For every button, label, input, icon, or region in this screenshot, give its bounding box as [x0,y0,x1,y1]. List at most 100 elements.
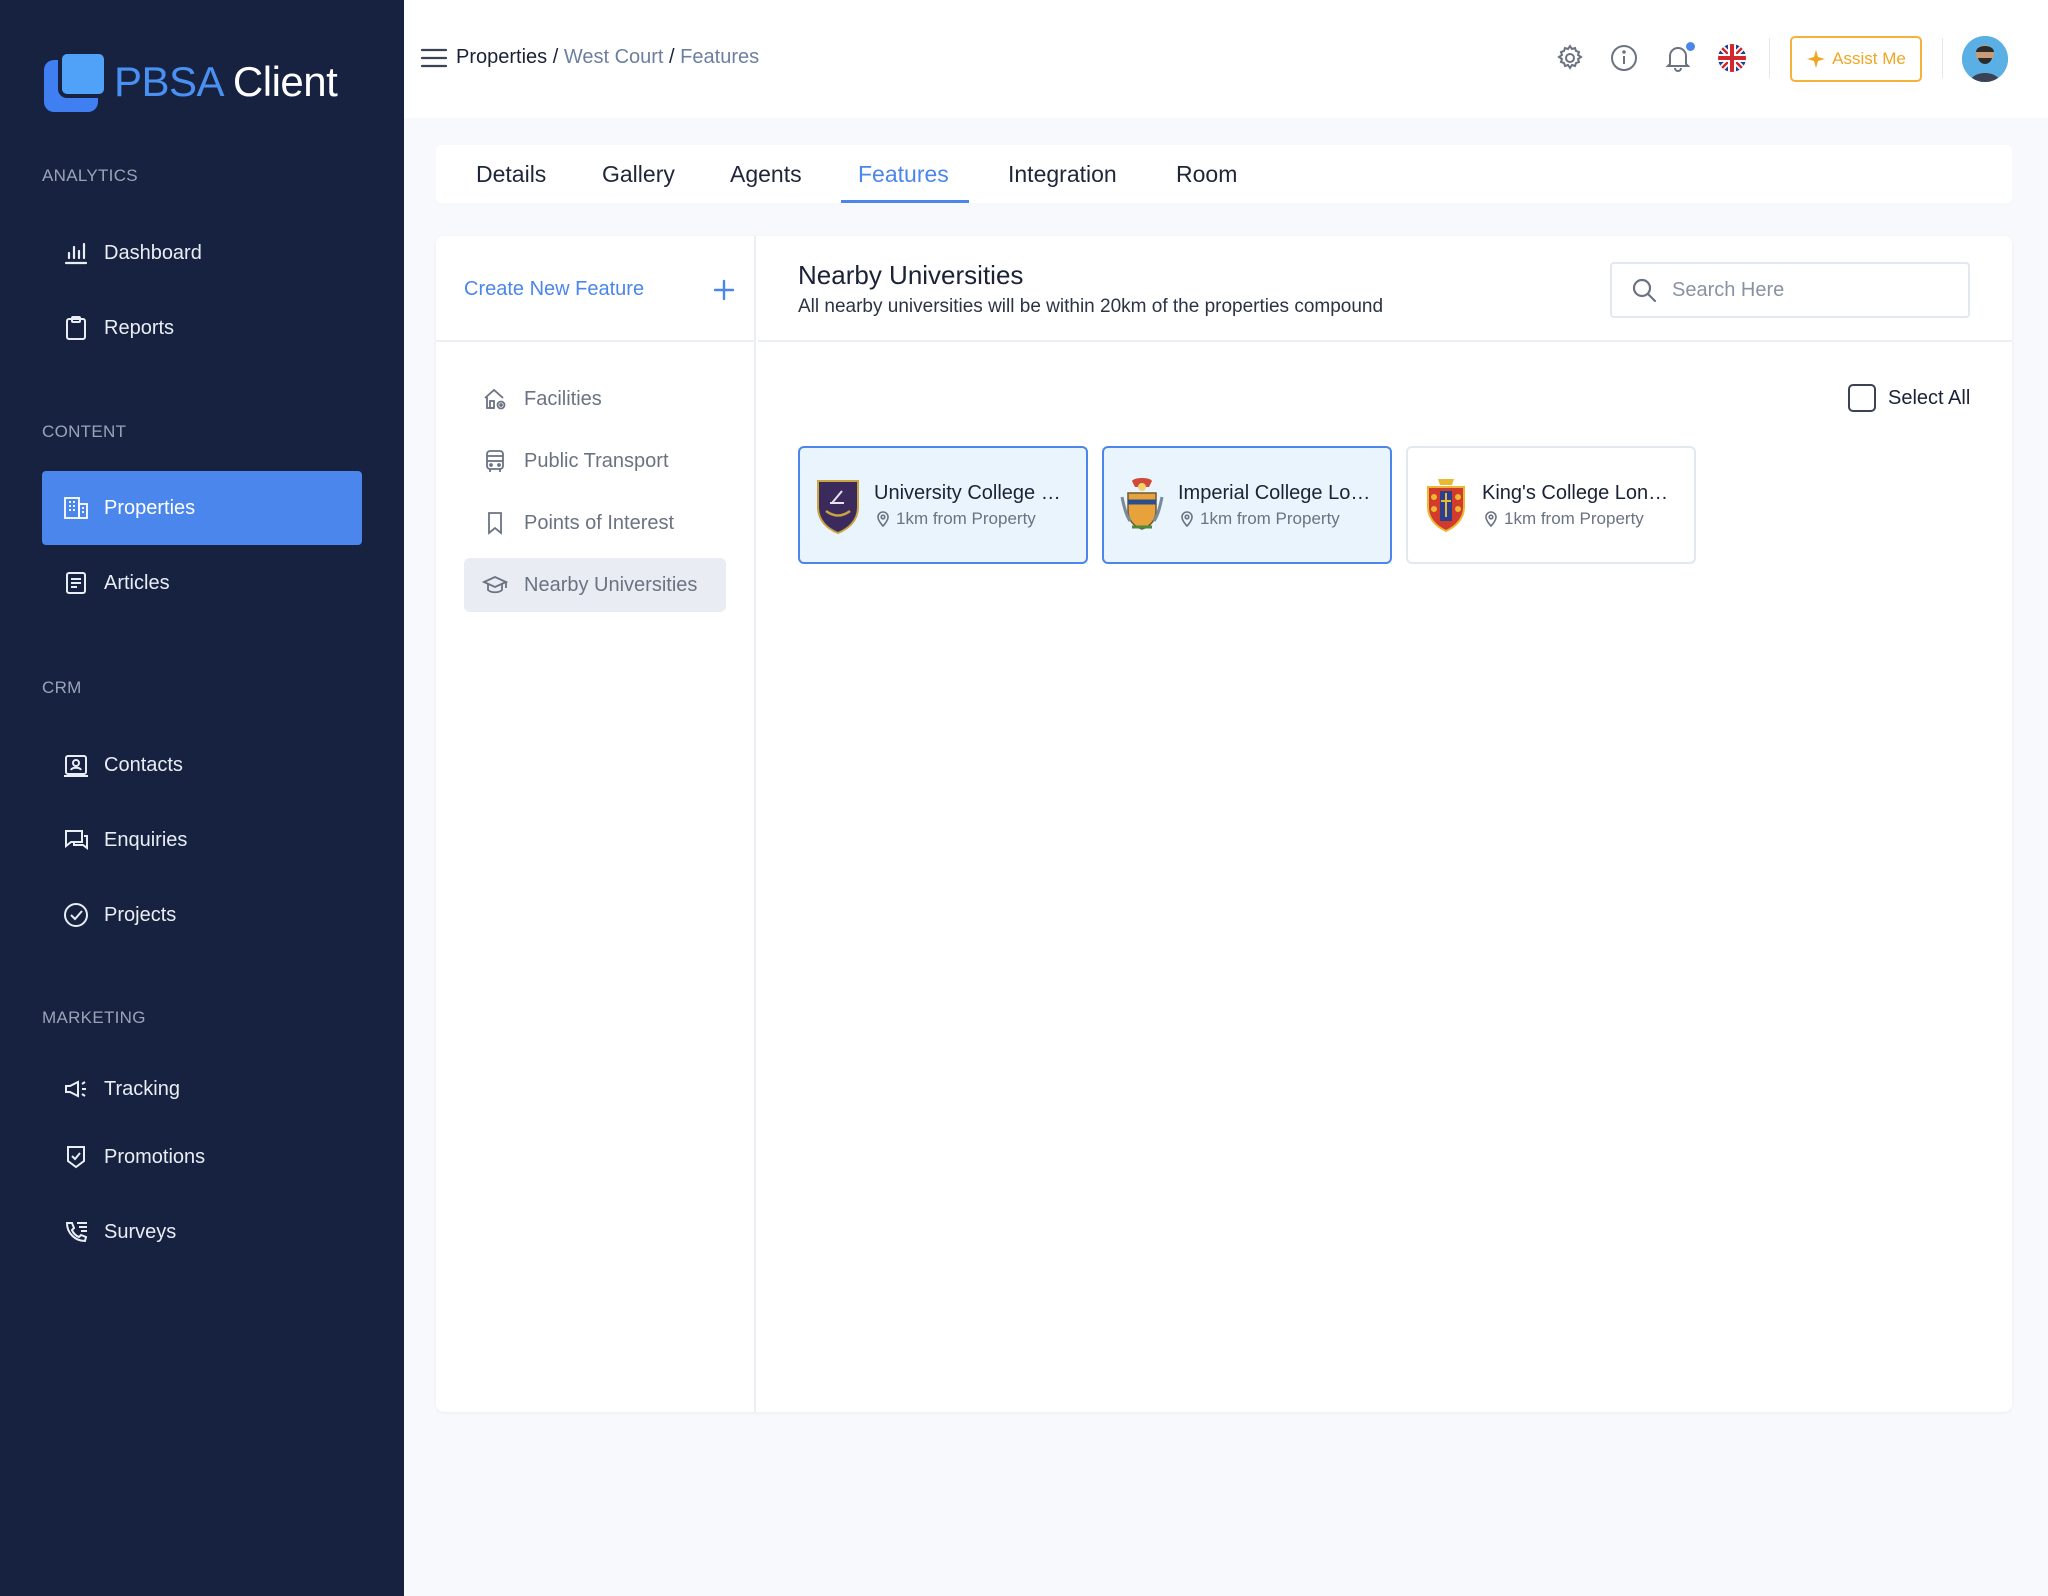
sidebar-item-projects[interactable]: Projects [42,878,362,952]
sidebar-item-label: Reports [104,316,175,339]
sidebar-item-articles[interactable]: Articles [42,546,362,620]
bar-chart-icon [64,242,88,265]
create-new-feature-link[interactable]: Create New Feature [464,278,644,301]
graduation-cap-icon [482,576,508,594]
breadcrumb-current: Features [680,46,760,68]
clipboard-icon [66,316,86,340]
property-tabs: Details Gallery Agents Features Integrat… [436,145,2012,203]
hamburger-menu-icon[interactable] [420,46,448,70]
university-name: King's College London [1482,481,1678,504]
university-distance: 1km from Property [874,509,1070,529]
feature-item-label: Nearby Universities [524,573,698,596]
section-label-content: CONTENT [42,422,127,441]
sidebar-item-label: Promotions [104,1145,206,1168]
location-pin-icon [877,510,889,527]
feature-item-nearby-universities[interactable]: Nearby Universities [464,558,726,612]
sidebar-item-enquiries[interactable]: Enquiries [42,803,362,877]
imperial-crest-icon [1120,478,1164,530]
university-card[interactable]: University College London 1km from Prope… [798,446,1088,564]
plus-icon[interactable] [712,278,736,302]
select-all-checkbox[interactable]: Select All [1848,384,1970,412]
sidebar-item-dashboard[interactable]: Dashboard [42,216,362,290]
logo-icon [42,50,110,114]
university-info: University College London 1km from Prope… [874,482,1070,529]
info-icon[interactable] [1608,42,1640,74]
breadcrumb: Properties / West Court / Features [456,46,759,69]
feature-item-public-transport[interactable]: Public Transport [464,434,726,488]
sidebar-item-promotions[interactable]: Promotions [42,1120,362,1194]
active-tab-indicator [841,200,969,203]
features-card: Create New Feature Facilities Public Tra… [436,236,2012,1412]
user-avatar[interactable] [1962,36,2008,82]
divider [1769,38,1770,78]
section-label-marketing: MARKETING [42,1008,146,1027]
megaphone-icon [65,1080,86,1098]
checkbox-box[interactable] [1848,384,1876,412]
logo-text-part1: PBSA [114,58,222,105]
sparkle-icon [1807,50,1826,68]
contact-card-icon [64,755,88,777]
sidebar-item-contacts[interactable]: Contacts [42,728,362,802]
check-circle-icon [64,903,88,927]
tab-gallery[interactable]: Gallery [602,145,675,203]
sidebar-item-label: Properties [104,496,196,519]
select-all-label: Select All [1888,386,1971,409]
document-icon [66,572,86,594]
sidebar-item-tracking[interactable]: Tracking [42,1052,362,1126]
feature-item-points-of-interest[interactable]: Points of Interest [464,496,726,550]
university-distance: 1km from Property [1482,509,1678,529]
location-pin-icon [1485,510,1497,527]
assist-me-label: Assist Me [1832,49,1906,68]
university-card[interactable]: Imperial College London 1km from Propert… [1102,446,1392,564]
bookmark-icon [488,512,502,535]
sidebar: PBSA Client ANALYTICS Dashboard Reports … [0,0,404,1596]
section-label-crm: CRM [42,678,82,697]
breadcrumb-root[interactable]: Properties [456,46,547,68]
university-name: University College London [874,481,1070,504]
search-icon [1632,278,1657,303]
university-info: Imperial College London 1km from Propert… [1178,482,1374,529]
feature-item-facilities[interactable]: Facilities [464,372,726,426]
feature-item-label: Points of Interest [524,511,675,534]
panel-header: Nearby Universities All nearby universit… [758,236,2012,342]
uk-flag-icon[interactable] [1716,42,1748,74]
create-feature-row[interactable]: Create New Feature [436,236,756,342]
search-field[interactable] [1610,262,1970,318]
topbar: Properties / West Court / Features Assis… [404,0,2048,118]
assist-me-button[interactable]: Assist Me [1790,36,1922,82]
notification-badge [1686,42,1695,51]
avatar-image [1962,36,2008,82]
sidebar-item-surveys[interactable]: Surveys [42,1195,362,1269]
university-info: King's College London 1km from Property [1482,482,1678,529]
distance-text: 1km from Property [896,508,1036,528]
house-settings-icon [484,388,506,410]
tab-details[interactable]: Details [476,145,546,203]
university-distance: 1km from Property [1178,509,1374,529]
search-input[interactable] [1672,278,1952,302]
sidebar-item-label: Surveys [104,1220,177,1243]
sidebar-item-label: Enquiries [104,828,188,851]
app-logo[interactable]: PBSA Client [42,50,338,114]
tab-room[interactable]: Room [1176,145,1237,203]
tab-agents[interactable]: Agents [730,145,802,203]
panel-subtitle: All nearby universities will be within 2… [798,296,1384,317]
ucl-crest-icon [817,480,859,535]
tab-features[interactable]: Features [858,145,949,203]
phone-list-icon [65,1222,88,1243]
feature-item-label: Facilities [524,387,602,410]
tab-integration[interactable]: Integration [1008,145,1117,203]
sidebar-item-properties[interactable]: Properties [42,471,362,545]
logo-text: PBSA Client [114,58,338,106]
breadcrumb-separator: / [663,46,681,68]
panel-title: Nearby Universities [798,260,1024,290]
sidebar-item-reports[interactable]: Reports [42,291,362,365]
section-label-analytics: ANALYTICS [42,166,138,185]
university-card[interactable]: King's College London 1km from Property [1406,446,1696,564]
gear-icon[interactable] [1554,42,1586,74]
sidebar-item-label: Tracking [104,1077,180,1100]
distance-text: 1km from Property [1504,508,1644,528]
breadcrumb-property[interactable]: West Court [564,46,664,68]
feature-categories-panel: Create New Feature Facilities Public Tra… [436,236,756,1412]
distance-text: 1km from Property [1200,508,1340,528]
university-name: Imperial College London [1178,481,1374,504]
